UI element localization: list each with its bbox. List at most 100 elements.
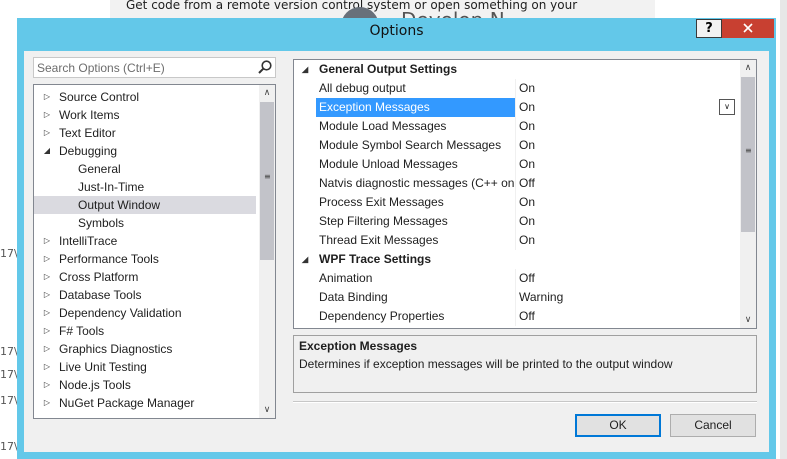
property-value[interactable]: On — [519, 117, 734, 136]
tree-item-label: Output Window — [78, 198, 161, 212]
property-value[interactable]: On — [519, 231, 734, 250]
property-row[interactable]: Module Load Messages On — [294, 117, 739, 136]
collapsed-caret-icon[interactable]: ▷ — [42, 358, 52, 376]
expanded-caret-icon[interactable]: ◢ — [302, 60, 308, 79]
property-category[interactable]: ◢ General Output Settings — [294, 60, 739, 79]
grip-icon: ≡ — [745, 146, 752, 155]
property-value[interactable]: Off — [519, 269, 734, 288]
property-value[interactable]: Off — [519, 307, 734, 326]
search-box[interactable] — [33, 57, 276, 78]
property-value[interactable]: On — [519, 98, 734, 117]
property-value[interactable]: On — [519, 136, 734, 155]
scrollbar-thumb[interactable]: ≡ — [260, 102, 274, 260]
collapsed-caret-icon[interactable]: ▷ — [42, 322, 52, 340]
property-name: All debug output — [319, 81, 406, 95]
collapsed-caret-icon[interactable]: ▷ — [42, 286, 52, 304]
separator-highlight — [293, 402, 757, 403]
property-value[interactable]: Warning — [519, 288, 734, 307]
tree-scrollbar[interactable]: ∧ ≡ ∨ — [259, 85, 275, 418]
scroll-up-icon[interactable]: ∧ — [740, 60, 756, 76]
property-value[interactable]: On — [519, 155, 734, 174]
tree-item[interactable]: ▷ Node.js Tools — [34, 376, 256, 394]
property-row[interactable]: Animation Off — [294, 269, 739, 288]
tree-item[interactable]: ◢ Debugging — [34, 142, 256, 160]
column-divider — [515, 98, 516, 117]
value-dropdown-icon[interactable]: ∨ — [719, 99, 735, 115]
search-icon[interactable] — [256, 59, 274, 76]
close-icon — [743, 23, 753, 33]
expanded-caret-icon[interactable]: ◢ — [302, 250, 308, 269]
property-name: Dependency Properties — [319, 309, 445, 323]
collapsed-caret-icon[interactable]: ▷ — [42, 376, 52, 394]
property-row[interactable]: Thread Exit Messages On — [294, 231, 739, 250]
collapsed-caret-icon[interactable]: ▷ — [42, 304, 52, 322]
property-row[interactable]: Module Unload Messages On — [294, 155, 739, 174]
tree-item[interactable]: ▷ Text Editor — [34, 124, 256, 142]
scroll-up-icon[interactable]: ∧ — [259, 85, 275, 101]
collapsed-caret-icon[interactable]: ▷ — [42, 250, 52, 268]
tree-item[interactable]: ▷ Performance Tools — [34, 250, 256, 268]
tree-item-label: Node.js Tools — [59, 378, 131, 392]
property-value[interactable]: On — [519, 212, 734, 231]
tree-item-label: Debugging — [59, 144, 118, 158]
property-row[interactable]: Natvis diagnostic messages (C++ only) Off — [294, 174, 739, 193]
scroll-down-icon[interactable]: ∨ — [259, 402, 275, 418]
options-dialog: Options ? ▷ Source Control ▷ Work Items ▷ Tex… — [17, 18, 776, 459]
cancel-button[interactable]: Cancel — [670, 414, 756, 437]
help-button[interactable]: ? — [696, 19, 722, 38]
scrollbar-thumb[interactable]: ≡ — [741, 77, 755, 232]
tree-item[interactable]: ▷ Dependency Validation — [34, 304, 256, 322]
tree-item-label: Performance Tools — [59, 252, 159, 266]
property-row[interactable]: Exception Messages On ∨ — [294, 98, 739, 117]
tree-item[interactable]: Output Window — [34, 196, 256, 214]
collapsed-caret-icon[interactable]: ▷ — [42, 394, 52, 412]
property-value[interactable]: On — [519, 193, 734, 212]
property-row[interactable]: Module Symbol Search Messages On — [294, 136, 739, 155]
tree-item[interactable]: ▷ F# Tools — [34, 322, 256, 340]
property-grid-scrollbar[interactable]: ∧ ≡ ∨ — [740, 60, 756, 328]
property-value[interactable]: On — [519, 79, 734, 98]
collapsed-caret-icon[interactable]: ▷ — [42, 88, 52, 106]
tree-item-label: Source Control — [59, 90, 140, 104]
tree-item-label: General — [78, 162, 121, 176]
collapsed-caret-icon[interactable]: ▷ — [42, 232, 52, 250]
column-divider — [515, 136, 516, 155]
property-grid[interactable]: ◢ General Output Settings All debug output… — [293, 59, 757, 329]
property-value[interactable]: Off — [519, 174, 734, 193]
tree-item[interactable]: ▷ IntelliTrace — [34, 232, 256, 250]
tree-item[interactable]: ▷ Live Unit Testing — [34, 358, 256, 376]
search-input[interactable] — [37, 60, 252, 75]
scroll-down-icon[interactable]: ∨ — [740, 312, 756, 328]
tree-item[interactable]: ▷ NuGet Package Manager — [34, 394, 256, 412]
property-name: Exception Messages — [316, 98, 515, 117]
property-category[interactable]: ◢ WPF Trace Settings — [294, 250, 739, 269]
collapsed-caret-icon[interactable]: ▷ — [42, 268, 52, 286]
tree-item[interactable]: ▷ Cross Platform — [34, 268, 256, 286]
tree-item[interactable]: General — [34, 160, 256, 178]
close-button[interactable] — [722, 19, 774, 38]
tree-item[interactable]: Symbols — [34, 214, 256, 232]
ok-button[interactable]: OK — [575, 414, 661, 437]
tree-item-label: Live Unit Testing — [59, 360, 147, 374]
property-row[interactable]: Dependency Properties Off — [294, 307, 739, 326]
property-name: Thread Exit Messages — [319, 233, 439, 247]
column-divider — [515, 307, 516, 326]
collapsed-caret-icon[interactable]: ▷ — [42, 124, 52, 142]
tree-item[interactable]: ▷ Work Items — [34, 106, 256, 124]
tree-item-label: Just-In-Time — [78, 180, 145, 194]
tree-item[interactable]: ▷ Database Tools — [34, 286, 256, 304]
expanded-caret-icon[interactable]: ◢ — [42, 142, 52, 160]
tree-item[interactable]: Just-In-Time — [34, 178, 256, 196]
tree-item[interactable]: ▷ Source Control — [34, 88, 256, 106]
property-row[interactable]: Data Binding Warning — [294, 288, 739, 307]
property-row[interactable]: Step Filtering Messages On — [294, 212, 739, 231]
options-tree[interactable]: ▷ Source Control ▷ Work Items ▷ Text Editor ◢ D… — [33, 84, 276, 419]
property-row[interactable]: All debug output On — [294, 79, 739, 98]
collapsed-caret-icon[interactable]: ▷ — [42, 106, 52, 124]
column-divider — [515, 269, 516, 288]
collapsed-caret-icon[interactable]: ▷ — [42, 340, 52, 358]
column-divider — [515, 288, 516, 307]
tree-item[interactable]: ▷ Graphics Diagnostics — [34, 340, 256, 358]
property-row[interactable]: Process Exit Messages On — [294, 193, 739, 212]
grip-icon: ≡ — [264, 172, 271, 181]
